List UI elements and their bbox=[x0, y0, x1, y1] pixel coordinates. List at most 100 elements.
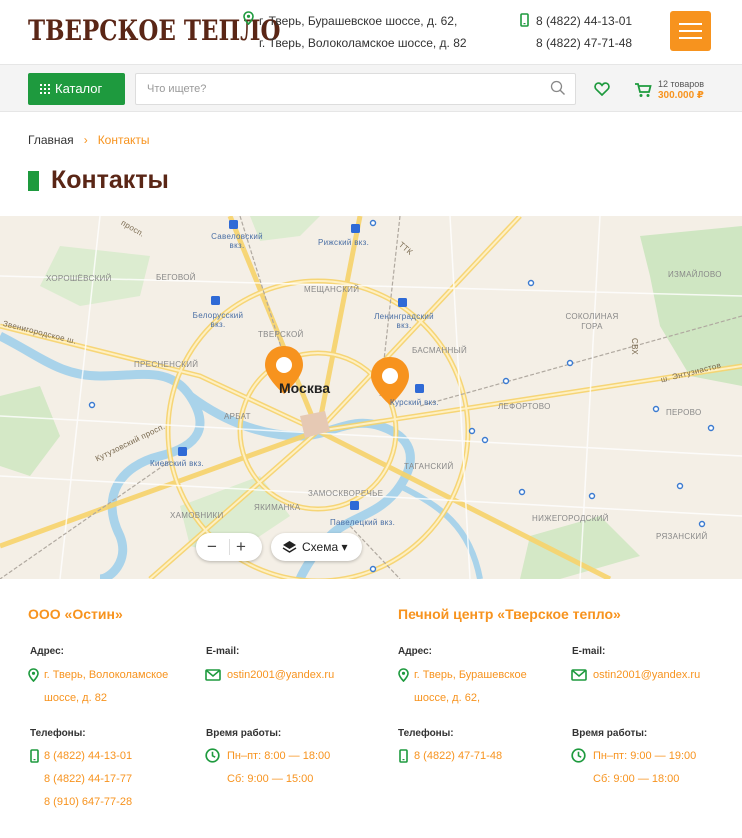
map-label-belorussky: Белорусский вкз. bbox=[192, 311, 244, 329]
address-line: шоссе, д. 82 bbox=[44, 692, 107, 704]
hours-line: Пн–пт: 9:00 — 19:00 bbox=[593, 750, 697, 762]
map-label-zamoskvorechye: ЗАМОСКВОРЕЧЬЕ bbox=[308, 489, 384, 498]
map-label-kievsky: Киевский вкз. bbox=[150, 459, 205, 468]
map-label-perovo: ПЕРОВО bbox=[666, 408, 702, 417]
header-phone-2[interactable]: 8 (4822) 47-71-48 bbox=[520, 32, 632, 54]
header-addresses: г. Тверь, Бурашевское шоссе, д. 62, г. Т… bbox=[243, 10, 467, 54]
phone-icon bbox=[30, 749, 39, 763]
phone-link[interactable]: 8 (4822) 47-71-48 bbox=[414, 745, 502, 768]
map-city-label: Москва bbox=[279, 380, 331, 396]
phone-link[interactable]: 8 (4822) 44-17-77 bbox=[44, 768, 132, 791]
phone-link[interactable]: 8 (910) 647-77-28 bbox=[44, 791, 132, 814]
map[interactable]: Москва Савеловский вкз. Рижский вкз. ХОР… bbox=[0, 216, 742, 579]
company-name: Печной центр «Тверское тепло» bbox=[398, 606, 621, 622]
map-label-ryazansky: РЯЗАНСКИЙ bbox=[656, 532, 708, 541]
map-label-begovoy: БЕГОВОЙ bbox=[156, 273, 196, 282]
map-label-leningradsky: Ленинградский вкз. bbox=[374, 312, 434, 330]
menu-bar-icon bbox=[679, 30, 702, 32]
header-phones: 8 (4822) 44-13-01 8 (4822) 47-71-48 bbox=[520, 10, 632, 54]
phones-label: Телефоны: bbox=[30, 728, 86, 739]
map-label-nizhegorodsky: НИЖЕГОРОДСКИЙ bbox=[532, 514, 609, 523]
breadcrumb-home[interactable]: Главная bbox=[28, 133, 74, 147]
search-input[interactable] bbox=[135, 73, 576, 105]
cart-sum[interactable]: 300.000 ₽ bbox=[658, 90, 704, 101]
map-label-khoroshyovsky: ХОРОШЁВСКИЙ bbox=[46, 274, 112, 283]
hours-line: Сб: 9:00 — 18:00 bbox=[593, 773, 680, 785]
map-label-tagansky: ТАГАНСКИЙ bbox=[404, 462, 454, 471]
search-icon[interactable] bbox=[550, 80, 566, 96]
heart-icon[interactable] bbox=[594, 82, 610, 96]
map-pin-icon bbox=[398, 668, 409, 682]
catalog-label: Каталог bbox=[55, 81, 103, 96]
hours-label: Время работы: bbox=[206, 728, 282, 739]
catalog-button[interactable]: Каталог bbox=[28, 73, 125, 105]
email-link[interactable]: ostin2001@yandex.ru bbox=[227, 664, 334, 687]
phone-link[interactable]: 8 (4822) 44-13-01 bbox=[44, 745, 132, 768]
envelope-icon bbox=[571, 669, 587, 681]
zoom-out-button[interactable]: − bbox=[207, 537, 217, 557]
page-title: Контакты bbox=[28, 166, 169, 195]
address-line: шоссе, д. 62, bbox=[414, 692, 480, 704]
email-link[interactable]: ostin2001@yandex.ru bbox=[593, 664, 700, 687]
hours-label: Время работы: bbox=[572, 728, 648, 739]
menu-bar-icon bbox=[679, 37, 702, 39]
map-pin-icon bbox=[243, 11, 254, 25]
menu-bar-icon bbox=[679, 23, 702, 25]
hours-line: Сб: 9:00 — 15:00 bbox=[227, 773, 314, 785]
map-label-arbat: АРБАТ bbox=[224, 412, 251, 421]
park-area bbox=[0, 386, 60, 476]
map-label-paveletsky: Павелецкий вкз. bbox=[330, 518, 396, 527]
page-title-text: Контакты bbox=[51, 166, 169, 194]
map-label-presnensky: ПРЕСНЕНСКИЙ bbox=[134, 360, 199, 369]
breadcrumb-current: Контакты bbox=[97, 133, 150, 147]
toolbar: Каталог 12 товаров 300.000 ₽ bbox=[0, 64, 742, 112]
company-name: ООО «Остин» bbox=[28, 606, 123, 622]
map-label-svkh: СВХ bbox=[630, 338, 639, 355]
map-label-kursky: Курский вкз. bbox=[390, 398, 440, 407]
map-layer-label: Схема ▾ bbox=[302, 540, 348, 554]
map-label-basmanny: БАСМАННЫЙ bbox=[412, 346, 468, 355]
title-accent-bar bbox=[28, 171, 39, 191]
map-pin-icon bbox=[28, 668, 39, 682]
phone-icon bbox=[399, 749, 408, 763]
zoom-divider bbox=[229, 539, 230, 555]
hours-list: Пн–пт: 9:00 — 19:00 Сб: 9:00 — 18:00 bbox=[593, 745, 696, 791]
email-label: E-mail: bbox=[206, 646, 240, 657]
map-label-sokolinaya: СОКОЛИНАЯ ГОРА bbox=[565, 312, 619, 331]
park-area bbox=[640, 226, 742, 386]
map-label-khamovniki: ХАМОВНИКИ bbox=[170, 511, 224, 520]
hours-list: Пн–пт: 8:00 — 18:00 Сб: 9:00 — 15:00 bbox=[227, 745, 330, 791]
map-label-meshchansky: МЕЩАНСКИЙ bbox=[304, 285, 360, 294]
header-phone-1[interactable]: 8 (4822) 44-13-01 bbox=[520, 10, 632, 32]
header-address-1: г. Тверь, Бурашевское шоссе, д. 62, bbox=[259, 14, 458, 28]
clock-icon bbox=[205, 748, 220, 763]
cart-count[interactable]: 12 товаров bbox=[658, 79, 704, 89]
breadcrumb: Главная › Контакты bbox=[28, 133, 150, 147]
menu-button[interactable] bbox=[670, 11, 711, 51]
phone-icon bbox=[520, 13, 529, 27]
phones-list: 8 (4822) 44-13-01 8 (4822) 44-17-77 8 (9… bbox=[44, 745, 132, 814]
map-label-izmaylovo: ИЗМАЙЛОВО bbox=[668, 270, 722, 279]
grid-icon bbox=[40, 84, 50, 94]
map-label-lefortovo: ЛЕФОРТОВО bbox=[498, 402, 551, 411]
email-label: E-mail: bbox=[572, 646, 606, 657]
hours-line: Пн–пт: 8:00 — 18:00 bbox=[227, 750, 331, 762]
address-line: г. Тверь, Волоколамское bbox=[44, 669, 169, 681]
phones-label: Телефоны: bbox=[398, 728, 454, 739]
address-label: Адрес: bbox=[30, 646, 64, 657]
map-label-tverskoy: ТВЕРСКОЙ bbox=[258, 330, 304, 339]
address-label: Адрес: bbox=[398, 646, 432, 657]
envelope-icon bbox=[205, 669, 221, 681]
map-layer-button[interactable]: Схема ▾ bbox=[271, 533, 362, 561]
address-line: г. Тверь, Бурашевское bbox=[414, 669, 527, 681]
clock-icon bbox=[571, 748, 586, 763]
zoom-in-button[interactable]: + bbox=[236, 537, 246, 557]
map-label-savyolovsky: Савеловский вкз. bbox=[211, 232, 263, 250]
address-value: г. Тверь, Бурашевское шоссе, д. 62, bbox=[414, 664, 527, 710]
layers-icon bbox=[282, 541, 297, 553]
header-address-2: г. Тверь, Волоколамское шоссе, д. 82 bbox=[259, 36, 467, 50]
phones-list: 8 (4822) 47-71-48 bbox=[414, 745, 502, 768]
zoom-control: − + bbox=[196, 533, 262, 561]
address-value: г. Тверь, Волоколамское шоссе, д. 82 bbox=[44, 664, 168, 710]
cart-icon[interactable] bbox=[634, 82, 652, 98]
